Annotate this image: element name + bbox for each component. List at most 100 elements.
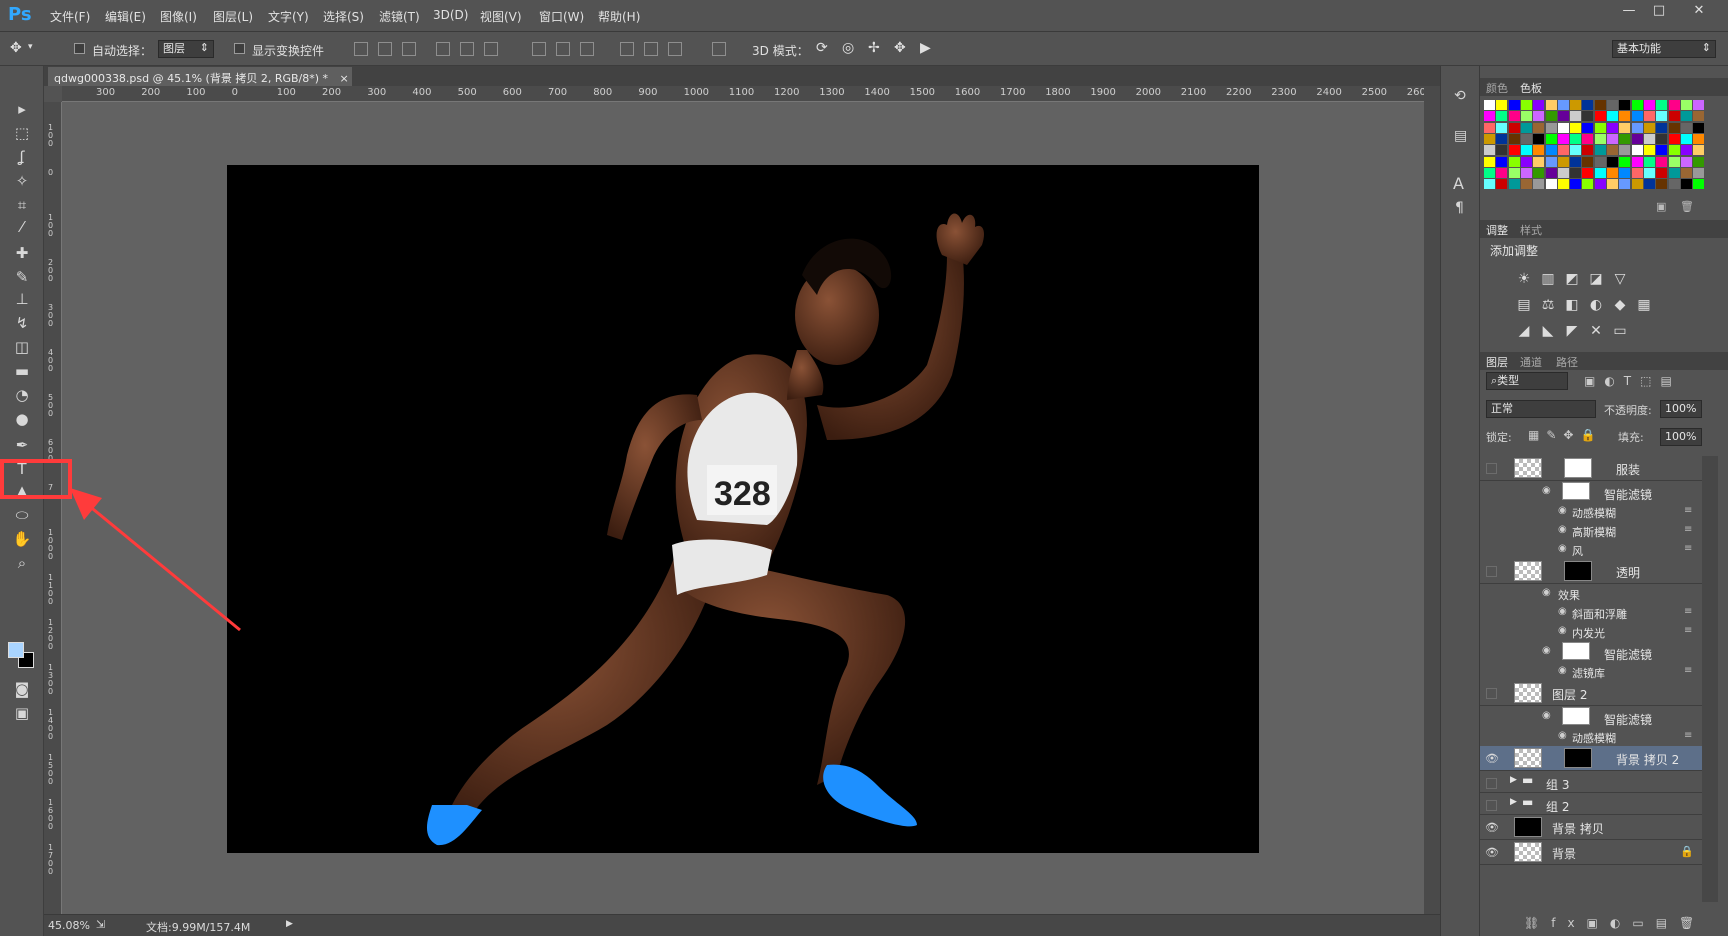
color-swatch[interactable] [1545,100,1557,110]
color-swatch[interactable] [1607,179,1618,190]
maximize-button[interactable]: □ [1644,2,1674,20]
color-swatch[interactable] [1668,179,1680,190]
layer-row[interactable]: ▶ ▬ 组 2 [1480,793,1702,815]
color-swatch[interactable] [1496,179,1508,190]
color-swatch[interactable] [1520,100,1532,110]
show-transform-checkbox[interactable] [234,43,245,54]
layer-row[interactable]: ◉ ≡ 风 [1480,540,1702,559]
adjustment-icon[interactable]: ◩ [1564,272,1580,286]
color-swatch[interactable] [1594,179,1606,190]
color-swatch[interactable] [1594,122,1606,133]
blend-mode-dropdown[interactable]: 正常 [1486,400,1596,418]
adjustment-icon[interactable]: ◪ [1588,272,1604,286]
align-icon[interactable] [436,42,450,56]
tab-swatches[interactable]: 色板 [1520,80,1542,96]
color-swatch[interactable] [1496,167,1508,178]
color-swatch[interactable] [1619,167,1631,178]
blur-tool-icon[interactable]: ◔ [8,384,36,406]
color-swatch[interactable] [1557,111,1569,122]
color-swatch[interactable] [1643,179,1655,190]
color-swatch[interactable] [1545,156,1557,167]
history-icon[interactable]: ⟲ [1454,88,1466,104]
document-canvas[interactable]: 328 [227,165,1259,853]
color-swatch[interactable] [1545,145,1557,156]
color-swatch[interactable] [1570,145,1582,156]
eye-icon[interactable]: ◉ [1558,505,1567,516]
character-icon[interactable]: A [1453,174,1464,193]
color-swatch[interactable] [1656,179,1668,190]
color-swatch[interactable] [1570,167,1582,178]
3d-tool-icon[interactable]: ✢ [868,40,880,56]
close-button[interactable]: ✕ [1684,2,1714,20]
color-swatch[interactable] [1607,145,1618,156]
color-swatch[interactable] [1570,179,1582,190]
layer-bottom-icons[interactable]: ⛓fx▣◐▭▤🗑 [1524,916,1706,930]
color-swatch[interactable] [1557,122,1569,133]
menu-item[interactable]: 编辑(E) [105,8,146,25]
color-swatch[interactable] [1508,122,1520,133]
color-swatch[interactable] [1668,111,1680,122]
eye-icon[interactable]: ◉ [1542,645,1551,656]
color-swatch[interactable] [1484,100,1495,110]
align-icon[interactable] [460,42,474,56]
visibility-toggle[interactable] [1486,778,1497,789]
color-swatch[interactable] [1533,145,1545,156]
color-swatch[interactable] [1582,122,1594,133]
color-swatch[interactable] [1496,145,1508,156]
adjustment-icon[interactable]: ◐ [1588,298,1604,312]
color-swatch[interactable] [1545,179,1557,190]
3d-tool-icon[interactable]: ◎ [842,40,854,56]
visibility-toggle[interactable] [1486,688,1497,699]
color-swatch[interactable] [1643,133,1655,144]
minimize-button[interactable]: — [1614,2,1644,20]
color-swatch[interactable] [1643,111,1655,122]
color-swatch[interactable] [1643,100,1655,110]
move-tool-icon[interactable]: ✥ [10,40,22,56]
fill-field[interactable]: 100% [1660,428,1702,446]
color-swatch[interactable] [1680,111,1692,122]
color-swatch[interactable] [1594,167,1606,178]
adjustment-icon[interactable]: ✕ [1588,324,1604,338]
color-swatch[interactable] [1680,156,1692,167]
eye-icon[interactable]: ◉ [1558,625,1567,636]
layer-row[interactable]: 👁 背景 拷贝 2 [1480,746,1702,771]
ellipse-tool-icon[interactable]: ⬭ [8,504,36,526]
color-swatch[interactable] [1680,167,1692,178]
color-swatch[interactable] [1484,145,1495,156]
color-swatch[interactable] [1533,111,1545,122]
adjustment-icon[interactable]: ☀ [1516,272,1532,286]
color-swatch[interactable] [1496,111,1508,122]
lock-icons[interactable]: ▦✎✥🔒 [1528,428,1602,442]
color-swatch[interactable] [1643,145,1655,156]
color-swatch[interactable] [1557,179,1569,190]
color-swatch[interactable] [1594,100,1606,110]
menu-item[interactable]: 3D(D) [433,8,468,22]
workspace-dropdown[interactable]: 基本功能 ⇕ [1612,40,1716,58]
layer-row[interactable]: ▶ ▬ 组 3 [1480,771,1702,793]
color-swatch[interactable] [1533,100,1545,110]
color-swatch[interactable] [1693,133,1705,144]
color-swatch[interactable] [1607,167,1618,178]
color-swatch[interactable] [1594,111,1606,122]
close-tab-icon[interactable]: × [340,72,349,85]
color-swatch[interactable] [1508,179,1520,190]
trash-icon[interactable]: 🗑 [1680,200,1694,213]
dodge-tool-icon[interactable]: ● [8,408,36,430]
vertical-scrollbar[interactable] [1424,86,1440,914]
color-swatch[interactable] [1643,167,1655,178]
swatches-grid[interactable] [1484,100,1710,192]
color-swatch[interactable] [1594,133,1606,144]
color-swatch[interactable] [1570,122,1582,133]
color-swatch[interactable] [1570,156,1582,167]
color-swatch[interactable] [1520,122,1532,133]
color-swatch[interactable] [1693,100,1705,110]
paragraph-icon[interactable]: ¶ [1455,200,1464,216]
color-swatch[interactable] [1520,145,1532,156]
color-swatch[interactable] [1484,167,1495,178]
color-swatch[interactable] [1693,122,1705,133]
color-swatch[interactable] [1631,100,1643,110]
color-swatch[interactable] [1545,111,1557,122]
filter-options-icon[interactable]: ≡ [1684,524,1692,535]
color-swatch[interactable] [1656,156,1668,167]
color-swatch[interactable] [1496,122,1508,133]
